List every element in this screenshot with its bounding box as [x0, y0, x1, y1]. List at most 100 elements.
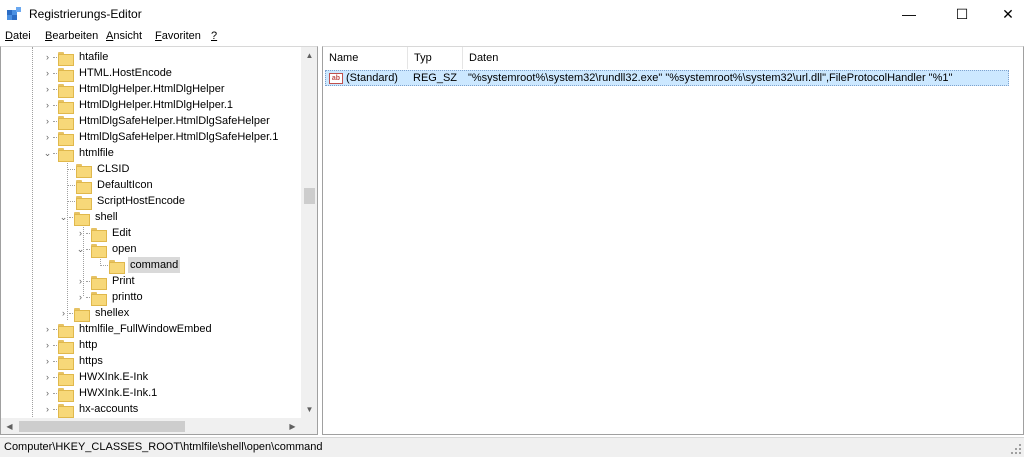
tree-vertical-scrollbar[interactable]: ▲ ▼: [301, 47, 317, 418]
folder-icon: [57, 99, 74, 114]
tree-node[interactable]: DefaultIcon: [67, 177, 155, 194]
menu-help[interactable]: ?: [211, 30, 217, 42]
menu-ansicht[interactable]: Ansicht: [106, 30, 142, 42]
expand-icon[interactable]: ›: [43, 321, 52, 337]
maximize-button[interactable]: ☐: [939, 0, 985, 28]
tree-node-label: https: [79, 355, 103, 367]
tree-node-label: shell: [95, 211, 118, 223]
tree-node-label: HWXInk.E-Ink: [79, 371, 149, 383]
collapse-icon[interactable]: ⌄: [59, 209, 68, 225]
scroll-left-icon[interactable]: ◀: [1, 418, 18, 434]
vertical-scroll-thumb[interactable]: [304, 188, 315, 204]
tree-node-label: command: [128, 257, 181, 273]
tree-horizontal-scrollbar[interactable]: ◀ ▶: [1, 418, 301, 434]
title-bar[interactable]: Registrierungs-Editor — ☐ ✕: [0, 0, 1024, 28]
tree-node[interactable]: ⌄ open: [74, 241, 138, 258]
string-value-icon: ab: [329, 72, 343, 84]
expand-icon[interactable]: ›: [43, 385, 52, 401]
tree-node-label: HtmlDlgSafeHelper.HtmlDlgSafeHelper.1: [79, 131, 279, 143]
folder-icon: [108, 259, 125, 274]
menu-favoriten[interactable]: Favoriten: [155, 30, 201, 42]
tree-node-label: HtmlDlgSafeHelper.HtmlDlgSafeHelper: [79, 115, 270, 127]
menu-datei[interactable]: Datei: [5, 30, 31, 42]
expand-icon[interactable]: ›: [43, 129, 52, 145]
tree-node[interactable]: › HWXInk.E-Ink: [41, 369, 150, 386]
folder-icon: [57, 51, 74, 66]
tree-node[interactable]: › HtmlDlgSafeHelper.HtmlDlgSafeHelper: [41, 113, 272, 130]
minimize-icon: —: [902, 6, 916, 22]
folder-icon: [73, 211, 90, 226]
tree-node[interactable]: ⌄ shell: [57, 209, 120, 226]
resize-grip-icon[interactable]: [1010, 443, 1022, 455]
expand-icon[interactable]: ›: [76, 289, 85, 305]
window-title: Registrierungs-Editor: [29, 7, 142, 21]
expand-icon[interactable]: ›: [43, 81, 52, 97]
folder-icon: [57, 387, 74, 402]
tree-node-label: shellex: [95, 307, 130, 319]
maximize-icon: ☐: [955, 5, 969, 22]
menu-bar: Datei Bearbeiten Ansicht Favoriten ?: [0, 28, 1024, 46]
tree-node[interactable]: ⌄ htmlfile: [41, 145, 116, 162]
folder-icon: [90, 275, 107, 290]
folder-icon: [57, 355, 74, 370]
tree-node[interactable]: › HWXInk.E-Ink.1: [41, 385, 159, 402]
tree-node-label: htmlfile_FullWindowEmbed: [79, 323, 212, 335]
folder-icon: [75, 163, 92, 178]
expand-icon[interactable]: ›: [43, 337, 52, 353]
expand-icon[interactable]: ›: [43, 97, 52, 113]
value-type-cell: REG_SZ: [413, 72, 458, 84]
menu-bearbeiten[interactable]: Bearbeiten: [45, 30, 98, 42]
tree-node[interactable]: › htmlfile_FullWindowEmbed: [41, 321, 214, 338]
folder-icon: [57, 67, 74, 82]
value-row[interactable]: ab (Standard) REG_SZ "%systemroot%\system…: [325, 70, 1009, 86]
minimize-button[interactable]: —: [886, 0, 932, 28]
expand-icon[interactable]: ›: [43, 401, 52, 417]
folder-icon: [57, 323, 74, 338]
expand-icon[interactable]: ›: [43, 353, 52, 369]
column-header-type[interactable]: Typ: [408, 47, 463, 69]
tree-node[interactable]: › HTML.HostEncode: [41, 65, 174, 82]
tree-node[interactable]: › Edit: [74, 225, 133, 242]
tree-node[interactable]: › HtmlDlgSafeHelper.HtmlDlgSafeHelper.1: [41, 129, 280, 146]
expand-icon[interactable]: ›: [43, 369, 52, 385]
expand-icon[interactable]: ›: [59, 305, 68, 321]
collapse-icon[interactable]: ⌄: [76, 241, 85, 257]
close-button[interactable]: ✕: [985, 0, 1024, 28]
tree-node-label: Print: [112, 275, 135, 287]
expand-icon[interactable]: ›: [43, 65, 52, 81]
expand-icon[interactable]: ›: [43, 113, 52, 129]
scroll-up-icon[interactable]: ▲: [301, 47, 317, 64]
tree-node[interactable]: › HtmlDlgHelper.HtmlDlgHelper.1: [41, 97, 235, 114]
tree-node-selected[interactable]: command: [100, 257, 181, 274]
column-header-data[interactable]: Daten: [463, 47, 1023, 69]
registry-editor-icon: [7, 7, 21, 20]
collapse-icon[interactable]: ⌄: [43, 145, 52, 161]
expand-icon[interactable]: ›: [43, 49, 52, 65]
tree-node[interactable]: › hx-accounts: [41, 401, 140, 418]
expand-icon[interactable]: ›: [76, 225, 85, 241]
tree-node[interactable]: › HtmlDlgHelper.HtmlDlgHelper: [41, 81, 226, 98]
column-header-name[interactable]: Name: [323, 47, 408, 69]
key-tree[interactable]: › htafile › HTML.HostEncode › HtmlDlgHelper…: [0, 46, 318, 435]
tree-node[interactable]: › http: [41, 337, 99, 354]
tree-node[interactable]: › htafile: [41, 49, 110, 66]
horizontal-scroll-thumb[interactable]: [19, 421, 185, 432]
folder-icon: [73, 307, 90, 322]
tree-node[interactable]: › https: [41, 353, 105, 370]
close-icon: ✕: [1002, 5, 1014, 22]
tree-node[interactable]: › printto: [74, 289, 145, 306]
scroll-down-icon[interactable]: ▼: [301, 401, 317, 418]
expand-icon[interactable]: ›: [76, 273, 85, 289]
tree-node[interactable]: › Print: [74, 273, 137, 290]
value-list[interactable]: Name Typ Daten ab (Standard) REG_SZ "%sys…: [322, 46, 1024, 435]
tree-node[interactable]: › shellex: [57, 305, 131, 322]
folder-icon: [57, 403, 74, 418]
tree-node[interactable]: ScriptHostEncode: [67, 193, 187, 210]
tree-node-label: ScriptHostEncode: [97, 195, 186, 207]
tree-node[interactable]: CLSID: [67, 161, 131, 178]
tree-node-label: Edit: [112, 227, 131, 239]
tree-node-label: http: [79, 339, 98, 351]
scroll-corner: [301, 418, 317, 434]
scroll-right-icon[interactable]: ▶: [284, 418, 301, 434]
tree-node-label: CLSID: [97, 163, 130, 175]
